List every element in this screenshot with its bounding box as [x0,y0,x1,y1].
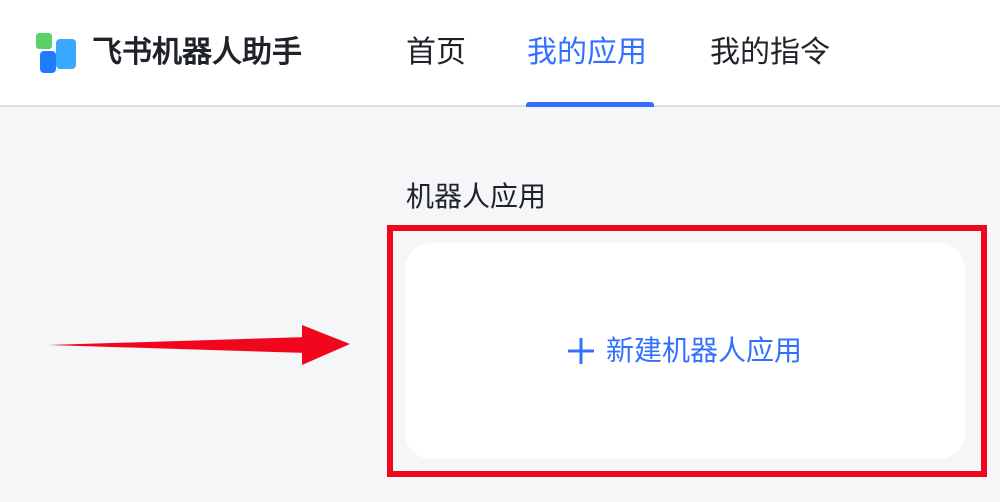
active-tab-indicator [526,102,654,107]
red-arrow-annotation-icon [48,325,350,365]
highlight-annotation-box [387,225,987,477]
tab-my-apps[interactable]: 我的应用 [527,31,647,75]
section-title: 机器人应用 [406,180,547,213]
tab-home[interactable]: 首页 [406,31,466,75]
top-header: 飞书机器人助手 首页 我的应用 我的指令 [0,0,1000,107]
feishu-logo-icon [36,33,76,73]
app-title: 飞书机器人助手 [92,35,302,70]
tab-my-commands[interactable]: 我的指令 [710,31,830,75]
